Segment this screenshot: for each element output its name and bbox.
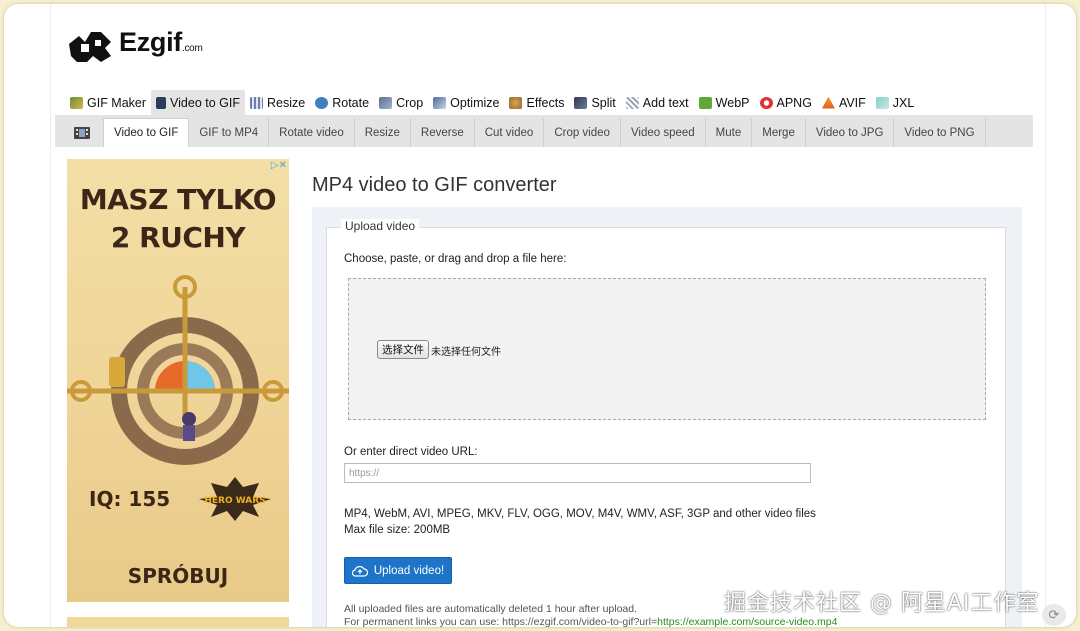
no-file-chosen-text: 未选择任何文件 [431,347,501,358]
nav-rotate[interactable]: Rotate [310,90,374,115]
tab-video-speed[interactable]: Video speed [621,118,706,147]
example-url-link[interactable]: https://example.com/source-video.mp4 [657,616,837,627]
tab-cut-video[interactable]: Cut video [475,118,545,147]
ad-cta[interactable]: SPRÓBUJ [67,564,289,588]
upload-panel: Upload video Choose, paste, or drag and … [312,207,1022,627]
max-file-size: Max file size: 200MB [344,524,451,536]
nav-split[interactable]: Split [569,90,620,115]
apng-icon [759,96,773,109]
tab-rotate-video[interactable]: Rotate video [269,118,355,147]
format-info: MP4, WebM, AVI, MPEG, MKV, FLV, OGG, MOV… [344,506,816,538]
ad-iq-text: IQ: 155 [89,487,171,511]
split-icon [574,96,588,109]
video-icon [156,96,167,109]
logo-suffix: .com [182,43,203,54]
advertisement[interactable]: ▷✕ MASZ TYLKO 2 RUCHY IQ: 155 HERO WARS … [67,159,289,602]
page-title: MP4 video to GIF converter [312,174,557,196]
tab-reverse[interactable]: Reverse [411,118,475,147]
upload-button-label: Upload video! [373,564,445,577]
main-nav: GIF Maker Video to GIF Resize Rotate Cro… [65,90,919,115]
url-label: Or enter direct video URL: [344,446,478,458]
tab-resize[interactable]: Resize [355,118,411,147]
ad-brand-logo: HERO WARS [199,477,271,521]
tab-gif-to-mp4[interactable]: GIF to MP4 [189,118,270,147]
nav-gif-maker[interactable]: GIF Maker [65,90,151,115]
choose-file-button[interactable]: 选择文件 [377,340,429,359]
tab-video-to-png[interactable]: Video to PNG [894,118,986,147]
nav-apng[interactable]: APNG [755,90,817,115]
tab-video-to-gif[interactable]: Video to GIF [103,118,190,147]
supported-formats: MP4, WebM, AVI, MPEG, MKV, FLV, OGG, MOV… [344,508,816,520]
rotate-icon [315,96,329,109]
browser-frame: Ezgif.com GIF Maker Video to GIF Resize … [4,4,1076,627]
ad-puzzle-illustration [67,275,289,465]
advertisement-2[interactable] [67,617,289,627]
ad-title-line1: MASZ TYLKO [79,183,277,216]
nav-video-to-gif[interactable]: Video to GIF [151,90,245,115]
logo-text: Ezgif.com [119,27,203,57]
nav-optimize[interactable]: Optimize [428,90,504,115]
tab-crop-video[interactable]: Crop video [544,118,621,147]
drop-zone[interactable]: 选择文件 未选择任何文件 [348,278,986,420]
corner-badge-icon: ⟳ [1042,604,1066,626]
nav-resize[interactable]: Resize [245,90,310,115]
upload-video-button[interactable]: Upload video! [344,557,452,584]
gif-maker-icon [70,96,83,109]
effects-icon [509,96,523,109]
page: Ezgif.com GIF Maker Video to GIF Resize … [50,4,1046,627]
ad-title-line2: 2 RUCHY [110,221,246,254]
tab-merge[interactable]: Merge [752,118,806,147]
webp-icon [698,96,712,109]
nav-jxl[interactable]: JXL [871,90,920,115]
film-icon [61,118,103,147]
tab-mute[interactable]: Mute [706,118,753,147]
nav-add-text[interactable]: Add text [621,90,694,115]
nav-avif[interactable]: AVIF [817,90,871,115]
watermark: 掘金技术社区 @ 阿星AI工作室 [724,591,1040,616]
ezgif-logo-icon [69,32,111,62]
sub-nav: Video to GIF GIF to MP4 Rotate video Res… [55,115,1033,147]
upload-legend: Upload video [341,219,420,233]
ad-choices-icon[interactable]: ▷✕ [271,160,287,171]
crop-icon [379,96,393,109]
resize-icon [250,96,263,109]
nav-effects[interactable]: Effects [504,90,569,115]
avif-icon [821,96,835,109]
nav-crop[interactable]: Crop [374,90,428,115]
logo[interactable]: Ezgif.com [67,26,203,64]
video-url-input[interactable] [344,463,811,483]
upload-fieldset: Upload video Choose, paste, or drag and … [326,219,1006,627]
cloud-upload-icon [351,565,368,577]
add-text-icon [625,96,639,109]
optimize-icon [433,96,447,109]
nav-webp[interactable]: WebP [694,90,755,115]
svg-text:HERO WARS: HERO WARS [204,496,265,506]
tab-video-to-jpg[interactable]: Video to JPG [806,118,895,147]
choose-label: Choose, paste, or drag and drop a file h… [344,253,567,265]
permanent-link-note: For permanent links you can use: https:/… [344,616,838,627]
jxl-icon [875,96,889,109]
